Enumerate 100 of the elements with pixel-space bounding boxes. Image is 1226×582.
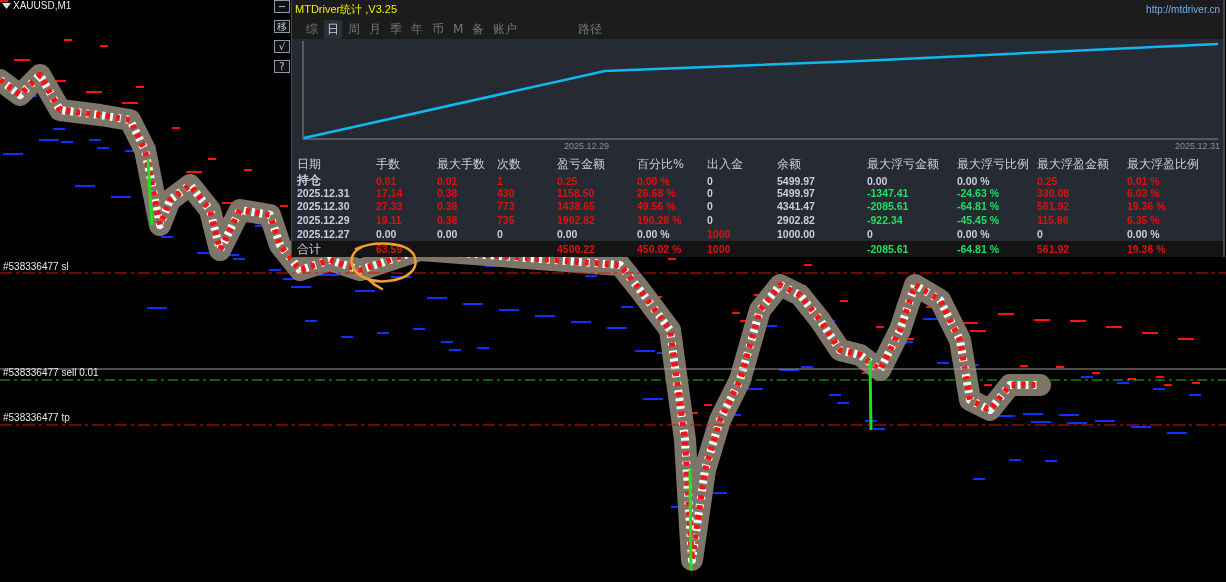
table-cell: 0.25 <box>1037 174 1058 187</box>
column-header: 次数 <box>497 157 522 172</box>
table-cell: 4341.47 <box>777 200 815 213</box>
period-tab[interactable]: M <box>450 21 467 37</box>
table-cell: 0.38 <box>437 186 458 199</box>
table-cell: 6.03 % <box>1127 186 1160 199</box>
column-header: 日期 <box>297 157 322 172</box>
table-cell: 0 <box>707 174 713 187</box>
table-cell: 1 <box>497 174 503 187</box>
dropdown-icon[interactable] <box>2 2 11 9</box>
table-cell: 0 <box>867 227 873 240</box>
table-cell: 0.00 % <box>637 174 670 187</box>
period-tab[interactable]: 综 <box>303 19 321 39</box>
table-cell: 0.01 <box>437 174 458 187</box>
table-cell: 190.28 % <box>637 213 682 226</box>
highlight-circle-drawing <box>348 239 420 291</box>
period-tab[interactable]: 周 <box>345 19 363 39</box>
table-cell: 330.08 <box>1037 186 1070 199</box>
period-tab[interactable]: 备 <box>469 19 488 39</box>
column-header: 最大浮亏比例 <box>957 157 1030 172</box>
order-line-label: #538336477 tp <box>3 412 70 423</box>
table-cell: 0.00 <box>376 227 397 240</box>
price-spike <box>146 159 154 226</box>
table-cell: 0.00 % <box>637 227 670 240</box>
table-cell: 17.14 <box>376 186 403 199</box>
table-cell: 0 <box>707 186 713 199</box>
table-cell: 5499.97 <box>777 174 815 187</box>
table-cell: 2025.12.30 <box>297 200 350 213</box>
total-cell: -64.81 % <box>957 243 1000 255</box>
table-cell: -2085.61 <box>867 200 909 213</box>
table-cell: 0.01 % <box>1127 174 1160 187</box>
total-cell: 4500.22 <box>557 243 595 255</box>
column-header: 余额 <box>777 157 802 172</box>
table-cell: 0.00 % <box>957 227 990 240</box>
total-cell: 19.36 % <box>1127 243 1166 255</box>
table-cell: 19.36 % <box>1127 200 1166 213</box>
table-cell: 773 <box>497 200 515 213</box>
period-tab[interactable]: 币 <box>429 19 447 39</box>
table-cell: -24.63 % <box>957 186 1000 199</box>
period-tab[interactable]: 年 <box>408 19 426 39</box>
table-cell: 5499.97 <box>777 186 815 199</box>
table-cell: 27.33 <box>376 200 403 213</box>
total-cell: 1000 <box>707 243 731 255</box>
column-header: 最大浮盈比例 <box>1127 157 1200 172</box>
table-cell: 0 <box>707 200 713 213</box>
panel-title: MTDriver统计 ,V3.25 <box>295 2 398 17</box>
table-cell: 0.38 <box>437 213 458 226</box>
total-label: 合计 <box>297 241 322 257</box>
total-cell: -2085.61 <box>867 243 909 255</box>
column-header: 最大手数 <box>437 157 486 172</box>
order-line-label: #538336477 sl <box>3 261 69 272</box>
table-cell: 2025.12.31 <box>297 186 350 199</box>
table-cell: 1158.50 <box>557 186 595 199</box>
total-cell: 561.92 <box>1037 243 1070 255</box>
table-cell: 0 <box>497 227 503 240</box>
axis-date: 2025.12.31 <box>1174 141 1220 151</box>
table-cell: 561.92 <box>1037 200 1070 213</box>
table-cell: 0.01 <box>376 174 397 187</box>
column-header: 百分比% <box>637 157 685 172</box>
total-cell: 63.59 <box>376 243 403 255</box>
table-cell: 0.00 % <box>957 174 990 187</box>
table-cell: 1438.65 <box>557 200 595 213</box>
table-cell: 2025.12.29 <box>297 213 350 226</box>
column-header: 盈亏金额 <box>557 157 606 172</box>
price-spike <box>868 359 873 431</box>
panel-button[interactable]: ? <box>274 60 290 73</box>
table-cell: 115.86 <box>1037 213 1069 226</box>
table-cell: 2025.12.27 <box>297 227 350 240</box>
panel-button[interactable]: − <box>274 0 290 13</box>
period-tab[interactable]: 月 <box>366 19 384 39</box>
column-header: 出入金 <box>707 157 744 172</box>
table-cell: 0.00 <box>557 227 578 240</box>
table-cell: 0.00 <box>437 227 458 240</box>
path-tab[interactable]: 路径 <box>575 19 606 39</box>
table-cell: 0.25 <box>557 174 578 187</box>
table-cell: 2902.82 <box>777 213 815 226</box>
table-cell: 持仓 <box>297 172 321 189</box>
website-link[interactable]: http://mtdriver.cn <box>1146 4 1220 15</box>
table-cell: -45.45 % <box>957 213 1000 226</box>
period-tab[interactable]: 日 <box>324 19 342 39</box>
chart-symbol: XAUUSD,M1 <box>13 0 72 11</box>
table-cell: -922.34 <box>867 213 903 226</box>
table-cell: 0 <box>1037 227 1043 240</box>
panel-button[interactable]: √ <box>274 40 290 53</box>
column-header: 最大浮盈金额 <box>1037 157 1110 172</box>
column-header: 手数 <box>376 157 401 172</box>
table-cell: 0.00 <box>867 174 888 187</box>
table-cell: 1000.00 <box>777 227 815 240</box>
total-cell: 450.02 % <box>637 243 682 255</box>
order-line-label: #538336477 sell 0.01 <box>3 367 99 378</box>
table-cell: 0.00 % <box>1127 227 1160 240</box>
period-tab[interactable]: 季 <box>387 19 405 39</box>
table-cell: 0 <box>707 213 713 226</box>
table-cell: 6.35 % <box>1127 213 1160 226</box>
table-cell: 26.68 % <box>637 186 676 199</box>
column-header: 最大浮亏金额 <box>867 157 940 172</box>
table-cell: -64.81 % <box>957 200 1000 213</box>
panel-button[interactable]: 移 <box>274 20 290 33</box>
table-cell: 1902.82 <box>557 213 595 226</box>
period-tab[interactable]: 账户 <box>490 19 521 39</box>
